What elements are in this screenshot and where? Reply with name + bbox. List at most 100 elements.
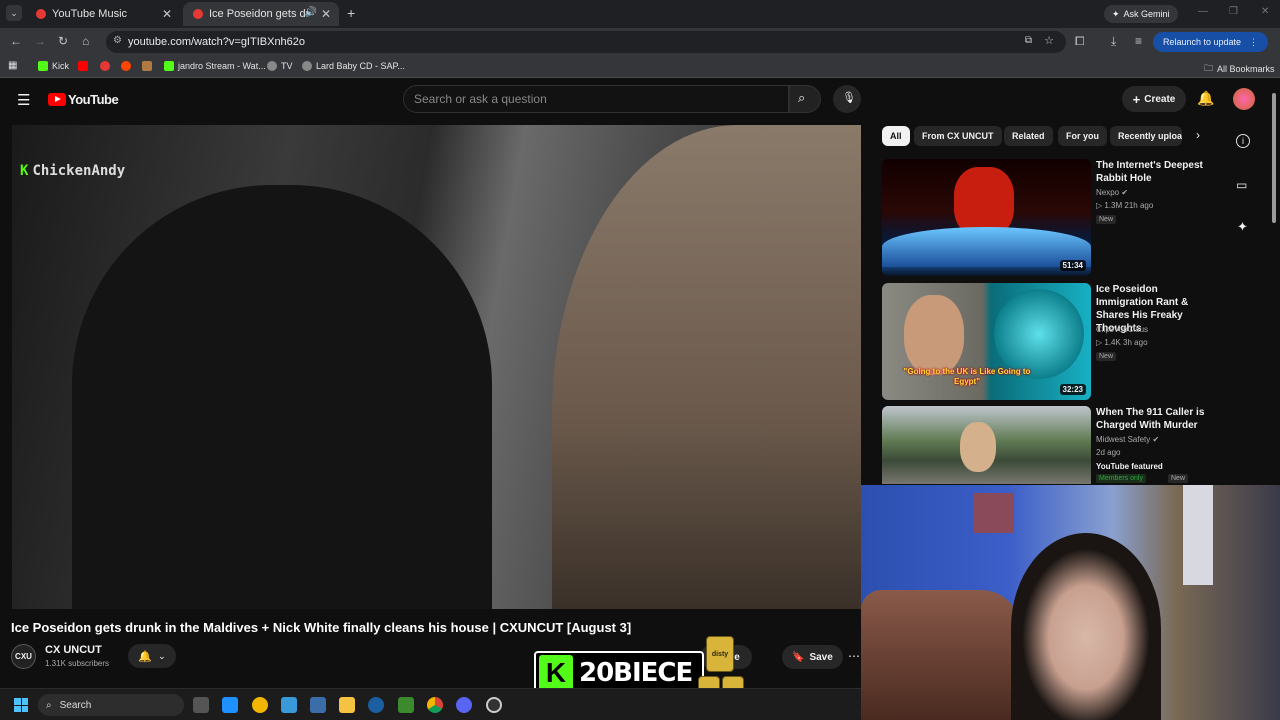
maximize-button[interactable]: ❐ bbox=[1229, 6, 1238, 17]
youtube-logo[interactable]: YouTube bbox=[48, 92, 119, 107]
bookmark-tv[interactable]: TV bbox=[267, 61, 293, 71]
reload-icon[interactable]: ↻ bbox=[58, 34, 68, 48]
bookmark-image[interactable] bbox=[142, 61, 156, 71]
widgets-icon[interactable] bbox=[222, 697, 238, 713]
bookmark-jandro[interactable]: jandro Stream - Wat... bbox=[164, 61, 266, 71]
chip-related[interactable]: Related bbox=[1004, 126, 1053, 146]
media-icon[interactable]: ≡ bbox=[1135, 34, 1142, 48]
notifications-icon[interactable]: 🔔 bbox=[1197, 90, 1214, 107]
channel-avatar-text: CXU bbox=[15, 652, 32, 661]
calculator-icon[interactable] bbox=[310, 697, 326, 713]
file-explorer-icon[interactable] bbox=[339, 697, 355, 713]
recommendation-item[interactable]: When The 911 Caller is Charged With Murd… bbox=[882, 406, 1212, 486]
relaunch-button[interactable]: Relaunch to update ⋮ bbox=[1152, 32, 1268, 52]
close-icon[interactable]: ✕ bbox=[162, 7, 172, 21]
chrome-icon[interactable] bbox=[427, 697, 443, 713]
steam-icon[interactable] bbox=[368, 697, 384, 713]
bookmark-label: TV bbox=[281, 61, 293, 71]
bookmark-reddit[interactable] bbox=[121, 61, 135, 71]
windows-start-icon[interactable] bbox=[14, 698, 28, 712]
minecraft-icon[interactable] bbox=[398, 697, 414, 713]
subscribe-bell-button[interactable]: 🔔 ⌄ bbox=[128, 644, 176, 668]
bookmark-lard-baby[interactable]: Lard Baby CD - SAP... bbox=[302, 61, 405, 71]
video-title: Ice Poseidon gets drunk in the Maldives … bbox=[11, 620, 632, 635]
menu-icon[interactable]: ☰ bbox=[17, 91, 30, 109]
windows-taskbar: ⌕ Search bbox=[0, 688, 861, 720]
channel-name[interactable]: CX UNCUT bbox=[45, 644, 102, 656]
create-button[interactable]: + Create bbox=[1122, 86, 1186, 112]
bookmark-label: Lard Baby CD - SAP... bbox=[316, 61, 405, 71]
new-tab-button[interactable]: + bbox=[347, 5, 355, 21]
chip-recently-uploaded[interactable]: Recently uploaded bbox=[1110, 126, 1182, 146]
apps-icon[interactable]: ▦ bbox=[8, 60, 17, 71]
new-badge: New bbox=[1168, 474, 1189, 483]
chip-from-channel[interactable]: From CX UNCUT bbox=[914, 126, 1002, 146]
taskbar-search[interactable]: ⌕ Search bbox=[38, 694, 184, 716]
minimize-button[interactable]: — bbox=[1198, 6, 1208, 17]
save-button[interactable]: 🔖 Save bbox=[782, 645, 843, 669]
close-window-button[interactable]: ✕ bbox=[1261, 6, 1269, 17]
speaker-icon[interactable]: 🔊 bbox=[305, 7, 317, 18]
video-stats: 2d ago bbox=[1096, 448, 1121, 457]
webcam-person bbox=[1011, 533, 1161, 720]
video-thumbnail[interactable]: 51:34 bbox=[882, 159, 1091, 276]
chip-for-you[interactable]: For you bbox=[1058, 126, 1107, 146]
back-icon[interactable]: ← bbox=[10, 34, 22, 48]
search-button[interactable]: ⌕ bbox=[789, 85, 821, 113]
ask-gemini-button[interactable]: ✦ Ask Gemini bbox=[1104, 5, 1178, 23]
site-info-icon[interactable]: ⚙ bbox=[113, 35, 122, 46]
sparkle-icon[interactable]: ✦ bbox=[1237, 219, 1248, 235]
task-view-icon[interactable] bbox=[193, 697, 209, 713]
video-title[interactable]: When The 911 Caller is Charged With Murd… bbox=[1096, 406, 1211, 432]
video-thumbnail[interactable]: "Going to the UK is Like Going to Egypt"… bbox=[882, 283, 1091, 400]
recommendation-item[interactable]: "Going to the UK is Like Going to Egypt"… bbox=[882, 283, 1212, 403]
overlay-streamer-name: 20BIECE bbox=[579, 658, 693, 688]
tab-youtube-music[interactable]: YouTube Music ✕ bbox=[26, 2, 180, 26]
close-icon[interactable]: ✕ bbox=[321, 7, 331, 21]
more-actions-icon[interactable]: ⋯ bbox=[848, 649, 860, 663]
video-stats: ▷ 1.3M 21h ago bbox=[1096, 201, 1153, 210]
overlay-kick-logo: K ChickenAndy bbox=[20, 163, 125, 179]
chip-all[interactable]: All bbox=[882, 126, 910, 146]
subscriber-count: 1.31K subscribers bbox=[45, 659, 110, 668]
video-player[interactable]: K ChickenAndy bbox=[12, 125, 861, 609]
scrollbar-thumb[interactable] bbox=[1272, 93, 1276, 223]
address-bar[interactable]: ⚙ youtube.com/watch?v=gITIBXnh62o ⧉ ☆ bbox=[106, 31, 1066, 53]
install-icon[interactable]: ⧉ bbox=[1025, 35, 1032, 46]
youtube-music-icon bbox=[100, 61, 110, 71]
chat-icon[interactable]: ▭ bbox=[1236, 178, 1247, 192]
info-icon[interactable]: i bbox=[1236, 134, 1250, 148]
tab-search-icon[interactable]: ⌄ bbox=[6, 5, 22, 21]
bookmark-star-icon[interactable]: ☆ bbox=[1044, 34, 1054, 47]
video-thumbnail[interactable] bbox=[882, 406, 1091, 484]
channel-name[interactable]: Midwest Safety ✔ bbox=[1096, 435, 1159, 444]
tab-current-video[interactable]: Ice Poseidon gets drunk in 🔊 ✕ bbox=[183, 2, 339, 26]
search-icon: ⌕ bbox=[46, 699, 52, 711]
home-icon[interactable]: ⌂ bbox=[82, 34, 89, 48]
youtube-wordmark: YouTube bbox=[68, 92, 119, 107]
account-avatar[interactable] bbox=[1233, 88, 1255, 110]
voice-search-button[interactable]: 🎙 bbox=[833, 85, 861, 113]
all-bookmarks[interactable]: 🗀 All Bookmarks bbox=[1204, 61, 1275, 77]
chevron-right-icon[interactable]: › bbox=[1196, 128, 1200, 142]
webcam-poster bbox=[974, 493, 1014, 533]
channel-name[interactable]: Nexpo ✔ bbox=[1096, 188, 1128, 197]
channel-avatar[interactable]: CXU bbox=[11, 644, 36, 669]
video-title[interactable]: The Internet's Deepest Rabbit Hole bbox=[1096, 159, 1211, 185]
recommendation-item[interactable]: 51:34 The Internet's Deepest Rabbit Hole… bbox=[882, 159, 1212, 279]
discord-icon[interactable] bbox=[456, 697, 472, 713]
app-icon[interactable] bbox=[281, 697, 297, 713]
scrollbar[interactable] bbox=[1272, 79, 1278, 229]
channel-name[interactable]: ClipsVonClaus bbox=[1096, 325, 1148, 334]
forward-icon[interactable]: → bbox=[34, 34, 46, 48]
download-icon[interactable]: ⤓ bbox=[1111, 34, 1116, 49]
bookmark-kick[interactable]: Kick bbox=[38, 61, 69, 71]
bookmark-youtube-music[interactable] bbox=[100, 61, 114, 71]
weather-icon[interactable] bbox=[252, 697, 268, 713]
obs-icon[interactable] bbox=[486, 697, 502, 713]
search-icon: ⌕ bbox=[798, 90, 806, 105]
search-input[interactable]: Search or ask a question bbox=[403, 85, 789, 113]
bookmark-youtube[interactable] bbox=[78, 61, 92, 71]
tab-label: YouTube Music bbox=[52, 8, 128, 20]
extensions-icon[interactable]: ⧠ bbox=[1075, 34, 1085, 49]
